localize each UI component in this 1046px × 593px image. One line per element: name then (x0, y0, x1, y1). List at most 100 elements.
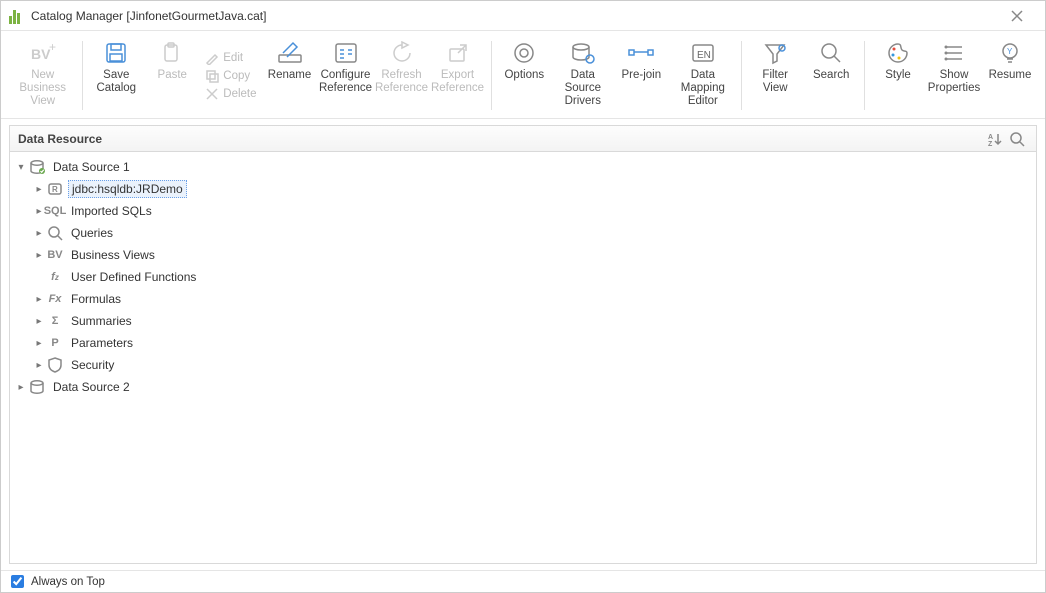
tree-node-business-views[interactable]: ▸ BV Business Views (10, 244, 1036, 266)
connection-icon: R (46, 180, 64, 198)
copy-icon (205, 69, 219, 83)
new-bv-label2: Business View (13, 82, 72, 108)
tree-node-summaries[interactable]: ▸ Σ Summaries (10, 310, 1036, 332)
configure-label2: Reference (319, 82, 372, 95)
save-label2: Catalog (96, 82, 136, 95)
expand-toggle[interactable]: ▸ (32, 360, 46, 371)
summary-icon: Σ (46, 312, 64, 330)
configure-label1: Configure (321, 69, 371, 82)
always-on-top-checkbox[interactable] (11, 575, 24, 588)
configure-reference-button[interactable]: Configure Reference (319, 37, 373, 114)
data-mapping-icon: EN (689, 39, 717, 67)
footer: Always on Top (1, 570, 1045, 592)
paste-icon (158, 39, 186, 67)
tree-label: Data Source 1 (50, 159, 133, 175)
tree-node-udf[interactable]: ▸ fz User Defined Functions (10, 266, 1036, 288)
new-bv-label1: New (31, 69, 54, 82)
prejoin-label: Pre-join (621, 69, 661, 82)
delete-icon (205, 87, 219, 101)
window-title: Catalog Manager [JinfonetGourmetJava.cat… (31, 9, 266, 23)
tree-node-security[interactable]: ▸ Security (10, 354, 1036, 376)
showprops-label1: Show (940, 69, 969, 82)
refresh-label2: Reference (375, 82, 428, 95)
tree-node-jdbc[interactable]: ▸ R jdbc:hsqldb:JRDemo (10, 178, 1036, 200)
datasource-icon (28, 158, 46, 176)
tree-label: Parameters (68, 335, 136, 351)
new-business-view-button: BV+ New Business View (9, 37, 76, 114)
tree-label: User Defined Functions (68, 269, 199, 285)
mapping-label1: Data Mapping (674, 69, 731, 95)
tree-label: Queries (68, 225, 116, 241)
expand-toggle[interactable]: ▸ (32, 184, 46, 195)
filter-label2: View (763, 82, 788, 95)
rename-button[interactable]: Rename (263, 37, 317, 114)
style-label: Style (885, 69, 911, 82)
sort-icon: AZ (987, 131, 1003, 147)
filter-view-button[interactable]: Filter View (748, 37, 802, 114)
expand-toggle[interactable]: ▾ (14, 162, 28, 173)
tree-label: Formulas (68, 291, 124, 307)
options-label: Options (504, 69, 544, 82)
showprops-label2: Properties (928, 82, 980, 95)
save-icon (102, 39, 130, 67)
refresh-reference-button: Refresh Reference (375, 37, 429, 114)
delete-label: Delete (223, 88, 256, 100)
ds-drivers-label1: Data Source (557, 69, 608, 95)
save-catalog-button[interactable]: Save Catalog (89, 37, 143, 114)
tree-node-data-source-2[interactable]: ▸ Data Source 2 (10, 376, 1036, 398)
filter-label1: Filter (762, 69, 788, 82)
toolbar: BV+ New Business View Save Catalog Paste… (1, 31, 1045, 119)
palette-icon (884, 39, 912, 67)
tree-node-queries[interactable]: ▸ Queries (10, 222, 1036, 244)
svg-text:+: + (49, 41, 56, 54)
always-on-top-label[interactable]: Always on Top (31, 576, 105, 588)
function-icon: fz (46, 268, 64, 286)
copy-label: Copy (223, 70, 250, 82)
tree-node-formulas[interactable]: ▸ Fx Formulas (10, 288, 1036, 310)
funnel-icon (761, 39, 789, 67)
pre-join-button[interactable]: Pre-join (614, 37, 668, 114)
data-source-drivers-button[interactable]: Data Source Drivers (553, 37, 612, 114)
tree-node-imported-sqls[interactable]: ▸ SQL Imported SQLs (10, 200, 1036, 222)
tree-node-data-source-1[interactable]: ▾ Data Source 1 (10, 156, 1036, 178)
configure-reference-icon (332, 39, 360, 67)
gear-icon (510, 39, 538, 67)
export-icon (444, 39, 472, 67)
export-reference-button: Export Reference (431, 37, 485, 114)
show-properties-button[interactable]: Show Properties (927, 37, 981, 114)
bulb-icon: Y (996, 39, 1024, 67)
search-label: Search (813, 69, 849, 82)
properties-icon (940, 39, 968, 67)
search-button[interactable]: Search (804, 37, 858, 114)
sql-icon: SQL (46, 202, 64, 220)
tree-label: jdbc:hsqldb:JRDemo (68, 180, 187, 198)
style-button[interactable]: Style (871, 37, 925, 114)
shield-icon (46, 356, 64, 374)
tree-view[interactable]: ▾ Data Source 1 ▸ R jdbc:hsqldb:JRDemo ▸… (9, 151, 1037, 564)
rename-icon (276, 39, 304, 67)
export-label2: Reference (431, 82, 484, 95)
expand-toggle[interactable]: ▸ (32, 294, 46, 305)
expand-toggle[interactable]: ▸ (32, 338, 46, 349)
resume-label: Resume (989, 69, 1032, 82)
ds-drivers-label2: Drivers (565, 95, 601, 108)
expand-toggle[interactable]: ▸ (32, 316, 46, 327)
expand-toggle[interactable]: ▸ (32, 228, 46, 239)
tree-node-parameters[interactable]: ▸ P Parameters (10, 332, 1036, 354)
copy-button: Copy (205, 69, 256, 83)
sort-button[interactable]: AZ (984, 128, 1006, 150)
resume-button[interactable]: Y Resume (983, 37, 1037, 114)
data-mapping-editor-button[interactable]: EN Data Mapping Editor (670, 37, 735, 114)
delete-button: Delete (205, 87, 256, 101)
pre-join-icon (627, 39, 655, 67)
expand-toggle[interactable]: ▸ (32, 250, 46, 261)
edit-label: Edit (223, 52, 243, 64)
query-icon (46, 224, 64, 242)
close-button[interactable] (997, 2, 1037, 30)
panel-title: Data Resource (18, 132, 102, 146)
expand-toggle[interactable]: ▸ (14, 382, 28, 393)
app-icon (9, 8, 25, 24)
options-button[interactable]: Options (497, 37, 551, 114)
parameter-icon: P (46, 334, 64, 352)
panel-search-button[interactable] (1006, 128, 1028, 150)
